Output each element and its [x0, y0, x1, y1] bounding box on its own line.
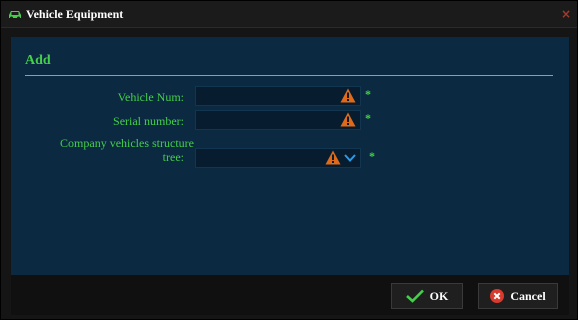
- dialog-footer: OK Cancel: [11, 275, 569, 315]
- structure-tree-label-line1: Company vehicles structure: [60, 136, 194, 150]
- title-bar: Vehicle Equipment ×: [1, 1, 577, 28]
- required-marker: *: [369, 149, 375, 163]
- required-marker: *: [365, 111, 371, 125]
- chevron-down-icon[interactable]: [344, 153, 356, 163]
- serial-number-label: Serial number:: [113, 114, 184, 128]
- vehicle-num-label: Vehicle Num:: [117, 90, 184, 104]
- serial-number-input[interactable]: [195, 110, 361, 130]
- checkmark-icon: [405, 289, 424, 303]
- close-icon[interactable]: ×: [561, 7, 571, 21]
- warning-icon: [325, 150, 341, 165]
- form-panel: Add Vehicle Num: * Serial number: * Comp…: [11, 37, 569, 275]
- cancel-button[interactable]: Cancel: [478, 283, 558, 309]
- section-title: Add: [25, 53, 51, 68]
- cancel-icon: [490, 289, 505, 303]
- warning-icon: [340, 112, 356, 127]
- ok-button-label: OK: [429, 288, 449, 303]
- structure-tree-label: Company vehicles structure tree:: [33, 136, 194, 164]
- ok-button[interactable]: OK: [391, 283, 463, 309]
- section-divider: [25, 75, 553, 76]
- required-marker: *: [365, 87, 371, 101]
- warning-icon: [340, 88, 356, 103]
- window-title: Vehicle Equipment: [26, 6, 124, 21]
- vehicle-num-input[interactable]: [195, 86, 361, 106]
- car-icon: [9, 11, 21, 20]
- structure-tree-label-line2: tree:: [162, 150, 184, 164]
- cancel-button-label: Cancel: [510, 288, 546, 303]
- vehicle-equipment-dialog: Vehicle Equipment × Add Vehicle Num: * S…: [0, 0, 578, 320]
